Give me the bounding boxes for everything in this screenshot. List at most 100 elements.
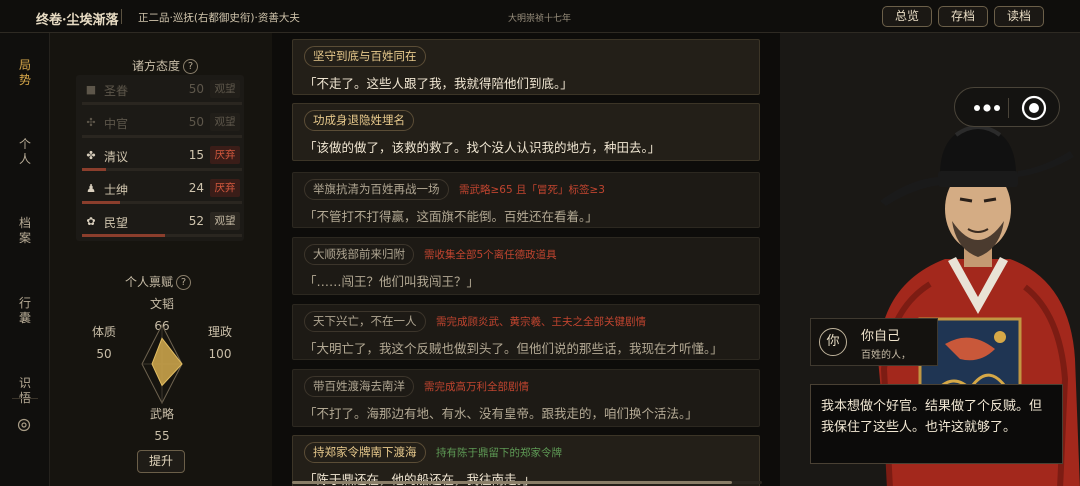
faction-name: 中官 (104, 117, 129, 131)
nav-item-personal[interactable]: 个人 (0, 137, 50, 167)
nav-item-situation[interactable]: 局势 (0, 58, 50, 88)
nav-item-char: 识 (18, 376, 31, 390)
gentry-icon: ♟ (86, 182, 96, 195)
faction-row[interactable]: ■ 圣眷 50 观望 (76, 75, 244, 108)
faction-value: 15 (188, 148, 204, 162)
faction-status-badge: 观望 (210, 113, 240, 131)
speaker-tag: 你 你自己 百姓的人， (810, 318, 938, 366)
attitude-title: 诸方态度 (132, 59, 181, 73)
close-circle-icon[interactable] (1021, 95, 1047, 121)
nav-item-char: 势 (18, 73, 31, 87)
attitude-heading: 诸方态度? (132, 57, 199, 74)
ending-quote: 「该做的做了，该救的救了。找个没人认识我的地方，种田去。」 (304, 140, 661, 155)
speaker-name: 你自己 (861, 329, 901, 344)
stat-label: 武略 (149, 407, 174, 421)
ending-requirement: 需完成高万利全部剧情 (424, 381, 529, 393)
ending-requirement: 需武略≥65 且「冒死」标签≥3 (459, 184, 605, 196)
attitude-help-icon[interactable]: ? (183, 59, 199, 74)
faction-status-badge: 观望 (210, 212, 240, 230)
ending-title: 功成身退隐姓埋名 (304, 110, 414, 131)
stat-label: 体质 (91, 325, 116, 339)
ending-card[interactable]: 大顺残部前来归附 需收集全部5个离任德政道具 「……闯王？他们叫我闯王？」 (292, 237, 760, 295)
emperor-icon: ■ (85, 83, 97, 96)
talent-help-icon[interactable]: ? (176, 275, 192, 290)
overview-button[interactable]: 总览 (882, 6, 932, 27)
ending-card[interactable]: 带百姓渡海去南洋 需完成高万利全部剧情「不打了。海那边有地、有水、没有皇帝。跟我走… (292, 369, 760, 427)
chapter-title: 终卷·尘埃渐落 (36, 13, 119, 28)
ending-quote: 「大明亡了，我这个反贼也做到头了。但他们说的那些话，我现在才听懂。」 (304, 341, 723, 356)
stat-label: 理政 (207, 325, 232, 339)
ending-requirement: 持有陈于鼎留下的郑家令牌 (436, 447, 562, 459)
faction-value: 52 (188, 214, 204, 228)
faction-value: 50 (188, 82, 204, 96)
capsule-divider (1008, 98, 1009, 118)
faction-row[interactable]: ✣ 中官 50 观望 (76, 108, 244, 141)
stat-label: 文韬 (149, 297, 174, 311)
faction-value: 24 (188, 181, 204, 195)
faction-progress-bar (82, 102, 242, 105)
ending-requirement: 需完成顾炎武、黄宗羲、王夫之全部关键剧情 (436, 316, 646, 328)
nav-item-char: 人 (18, 152, 31, 166)
upgrade-button[interactable]: 提升 (137, 450, 185, 473)
nav-item-char: 个 (18, 137, 31, 151)
talent-heading: 个人禀赋? (125, 273, 192, 290)
faction-status-badge: 厌弃 (210, 146, 240, 164)
stat-tizhi: 体质 50 (84, 324, 124, 362)
ending-quote: 「不走了。这些人跟了我，我就得陪他们到底。」 (304, 76, 573, 91)
top-bar: 终卷·尘埃渐落 正二品·巡抚(右都御史衔)·资善大夫 大明崇祯十七年 总览 存档… (0, 0, 1080, 33)
ending-card[interactable]: 天下兴亡，不在一人 需完成顾炎武、黄宗羲、王夫之全部关键剧情「大明亡了，我这个反贼… (292, 304, 760, 360)
ending-quote: 「不管打不打得赢，这面旗不能倒。百姓还在看着。」 (304, 209, 598, 224)
faction-row[interactable]: ♟ 士绅 24 厌弃 (76, 174, 244, 207)
nav-item-char: 局 (18, 58, 31, 72)
speaker-subtitle: 百姓的人， (861, 350, 911, 361)
faction-progress-bar (82, 234, 242, 237)
top-divider (121, 9, 122, 24)
ending-title: 带百姓渡海去南洋 (304, 376, 414, 397)
talent-title: 个人禀赋 (125, 275, 174, 289)
faction-name: 圣眷 (104, 84, 129, 98)
people-icon: ✿ (86, 215, 96, 228)
stat-wulue: 武略 55 (142, 406, 182, 444)
talent-radar-chart (141, 323, 183, 405)
ending-title: 大顺残部前来归附 (304, 244, 414, 265)
eunuch-icon: ✣ (86, 116, 96, 129)
ending-card[interactable]: 功成身退隐姓埋名「该做的做了，该救的救了。找个没人认识我的地方，种田去。」 (292, 103, 760, 161)
faction-name: 清议 (104, 150, 129, 164)
dialogue-box[interactable]: 我本想做个好官。结果做了个反贼。但我保住了这些人。也许这就够了。 (810, 384, 1063, 464)
miniprogram-capsule (954, 87, 1060, 127)
nav-item-insight[interactable]: 识悟 (0, 376, 50, 406)
faction-status-badge: 厌弃 (210, 179, 240, 197)
official-rank: 正二品·巡抚(右都御史衔)·资善大夫 (138, 12, 300, 24)
ending-title: 持郑家令牌南下渡海 (304, 442, 426, 463)
ending-card[interactable]: 举旗抗清为百姓再战一场 需武略≥65 且「冒死」标签≥3 「不管打不打得赢，这面旗不… (292, 172, 760, 228)
faction-progress-bar (82, 201, 242, 204)
ending-title: 天下兴亡，不在一人 (304, 311, 426, 332)
faction-row[interactable]: ✿ 民望 52 观望 (76, 207, 244, 240)
radar-shape (151, 337, 183, 387)
status-panel: 诸方态度? ■ 圣眷 50 观望 ✣ 中官 50 观望 ✤ 清议 15 厌弃 ♟ 士绅 24 厌弃 ✿ 民望 52 观… (50, 33, 272, 486)
ending-title: 坚守到底与百姓同在 (304, 46, 426, 67)
attitude-list: ■ 圣眷 50 观望 ✣ 中官 50 观望 ✤ 清议 15 厌弃 ♟ 士绅 24 厌弃 ✿ 民望 52 观望 (76, 75, 244, 241)
stat-value: 55 (154, 429, 170, 443)
ending-card[interactable]: 持郑家令牌南下渡海 持有陈于鼎留下的郑家令牌 「陈于鼎还在，他的船还在，我往南走。」 (292, 435, 760, 486)
nav-item-char: 行 (18, 296, 31, 310)
scrollbar-thumb[interactable] (292, 481, 732, 484)
ending-card[interactable]: 坚守到底与百姓同在「不走了。这些人跟了我，我就得陪他们到底。」 (292, 39, 760, 95)
nav-item-char: 囊 (18, 311, 31, 325)
faction-row[interactable]: ✤ 清议 15 厌弃 (76, 141, 244, 174)
nav-item-archive[interactable]: 档案 (0, 216, 50, 246)
stat-value: 50 (96, 347, 112, 361)
faction-value: 50 (188, 115, 204, 129)
nav-item-char: 案 (18, 231, 31, 245)
more-dots-icon[interactable] (969, 98, 1005, 118)
load-button[interactable]: 读档 (994, 6, 1044, 27)
ending-quote: 「不打了。海那边有地、有水、没有皇帝。跟我走的，咱们换个活法。」 (304, 406, 698, 421)
era-label: 大明崇祯十七年 (508, 14, 572, 24)
faction-status-badge: 观望 (210, 80, 240, 98)
save-button[interactable]: 存档 (938, 6, 988, 27)
settings-icon[interactable] (17, 418, 31, 432)
horizontal-scrollbar[interactable] (292, 481, 762, 484)
scholar-icon: ✤ (86, 149, 96, 162)
ending-requirement: 需收集全部5个离任德政道具 (424, 249, 557, 261)
nav-item-bag[interactable]: 行囊 (0, 296, 50, 326)
